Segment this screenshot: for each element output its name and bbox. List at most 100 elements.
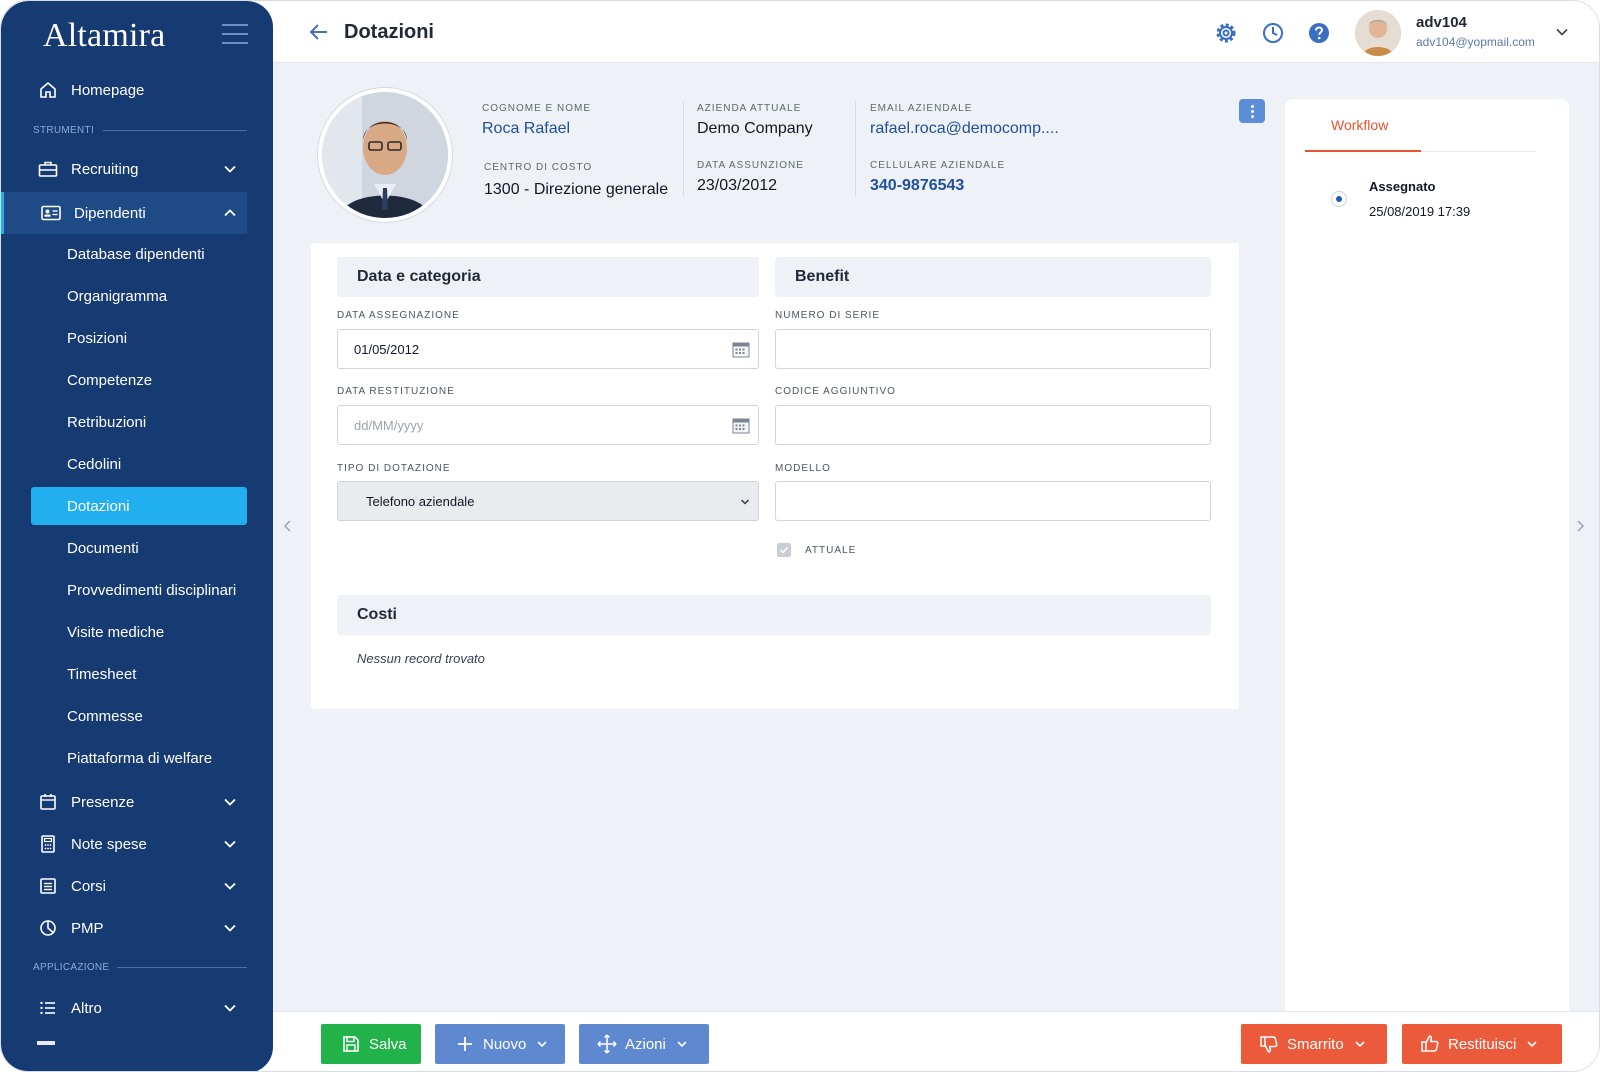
email-label: EMAIL AZIENDALE [870,103,973,114]
sidebar-item-corsi[interactable]: Corsi [31,867,247,905]
chevron-down-icon [224,924,236,932]
sidebar-subitem-timesheet[interactable]: Timesheet [31,655,247,693]
assign-date-input[interactable]: 01/05/2012 [337,329,759,369]
sidebar-item-label: Note spese [71,835,147,853]
section-label-app: APPLICAZIONE [33,962,110,973]
sidebar-subitem-cedolini[interactable]: Cedolini [31,445,247,483]
type-select[interactable]: Telefono aziendale [337,481,759,521]
sidebar-subitem-posizioni[interactable]: Posizioni [31,319,247,357]
gear-icon[interactable] [1214,21,1238,45]
employee-name[interactable]: Roca Rafael [482,120,570,138]
calculator-icon [37,833,59,855]
app-logo: Altamira [43,17,166,54]
calendar-icon [37,791,59,813]
tab-active-indicator [1305,150,1421,152]
sidebar-item-pmp[interactable]: PMP [31,909,247,947]
tab-workflow[interactable]: Workflow [1331,117,1388,133]
main-content: COGNOME E NOME Roca Rafael CENTRO DI COS… [273,63,1599,1011]
chevron-down-icon [224,798,236,806]
type-label: TIPO DI DOTAZIONE [337,463,451,474]
extra-code-input[interactable] [775,405,1211,445]
hire-date-label: DATA ASSUNZIONE [697,160,804,171]
info-divider [855,101,856,197]
chevron-down-icon [740,499,750,505]
return-date-placeholder: dd/MM/yyyy [354,417,424,433]
sidebar-subitem-provvedimenti-disciplinari[interactable]: Provvedimenti disciplinari [31,571,247,609]
model-input[interactable] [775,481,1211,521]
return-button[interactable]: Restituisci [1402,1024,1562,1064]
sidebar-subitem-organigramma[interactable]: Organigramma [31,277,247,315]
hire-date-value: 23/03/2012 [697,177,778,194]
assign-date-value: 01/05/2012 [354,341,420,357]
new-button[interactable]: Nuovo [435,1024,565,1064]
check-icon [779,546,789,554]
user-email: adv104@yopmail.com [1416,35,1535,49]
actions-button[interactable]: Azioni [579,1024,709,1064]
calendar-icon[interactable] [732,341,750,358]
return-date-input[interactable]: dd/MM/yyyy [337,405,759,445]
sidebar-subitem-piattaforma-welfare[interactable]: Piattaforma di welfare [31,739,247,777]
list-icon [37,997,59,1019]
sidebar-subitem-competenze[interactable]: Competenze [31,361,247,399]
clock-icon[interactable] [1261,21,1285,45]
sidebar-item-dipendenti[interactable]: Dipendenti [1,192,247,234]
chevron-down-icon [224,840,236,848]
save-icon [341,1034,361,1054]
sidebar-item-presenze[interactable]: Presenze [31,783,247,821]
chevron-right-icon[interactable] [1575,519,1585,533]
back-arrow-icon[interactable] [309,23,329,41]
serial-input[interactable] [775,329,1211,369]
sidebar-subitem-documenti[interactable]: Documenti [31,529,247,567]
sidebar-subitem-database-dipendenti[interactable]: Database dipendenti [31,235,247,273]
pie-chart-icon [37,917,59,939]
employee-name-label: COGNOME E NOME [482,103,592,114]
thumbs-down-icon [1259,1034,1279,1054]
actions-label: Azioni [625,1035,666,1053]
sidebar-item-label: PMP [71,919,104,937]
briefcase-icon [37,158,59,180]
return-label: Restituisci [1448,1035,1517,1053]
current-label: ATTUALE [805,545,857,556]
chevron-down-icon [537,1041,547,1048]
workflow-step-title: Assegnato [1369,179,1436,194]
calendar-icon[interactable] [732,417,750,434]
chevron-up-icon [224,209,236,217]
sidebar-item-altro[interactable]: Altro [31,989,247,1027]
chevron-down-icon[interactable] [1555,25,1569,39]
sidebar-item-homepage[interactable]: Homepage [31,71,247,109]
sidebar-subitem-dotazioni[interactable]: Dotazioni [31,487,247,525]
sidebar-item-label: Presenze [71,793,135,811]
sidebar-subitem-visite-mediche[interactable]: Visite mediche [31,613,247,651]
current-checkbox[interactable] [777,543,791,557]
company-value: Demo Company [697,120,813,137]
cost-center-label: CENTRO DI COSTO [484,162,593,173]
chevron-down-icon [224,1004,236,1012]
help-icon[interactable] [1307,21,1331,45]
lost-button[interactable]: Smarrito [1241,1024,1387,1064]
sidebar-subitem-retribuzioni[interactable]: Retribuzioni [31,403,247,441]
sidebar-item-label: Recruiting [71,160,139,178]
chevron-down-icon [677,1041,687,1048]
email-value[interactable]: rafael.roca@democomp.... [870,120,1059,138]
save-button[interactable]: Salva [321,1024,421,1064]
avatar[interactable] [1355,10,1401,56]
page-title: Dotazioni [344,21,434,43]
more-options-button[interactable] [1239,99,1265,123]
type-selected-value: Telefono aziendale [366,493,475,509]
id-card-icon [40,202,62,224]
section-header-costi: Costi [337,595,1211,635]
extra-code-label: CODICE AGGIUNTIVO [775,386,896,397]
section-header-data-categoria: Data e categoria [337,257,759,297]
top-bar: Dotazioni adv104 adv104@yopmail.com [273,1,1599,63]
phone-value[interactable]: 340-9876543 [870,177,964,195]
cost-center-value: 1300 - Direzione generale [484,181,669,198]
costs-empty-message: Nessun record trovato [357,651,485,666]
thumbs-up-icon [1420,1034,1440,1054]
sidebar-item-label: Homepage [71,81,145,99]
menu-toggle-icon[interactable] [222,24,248,44]
sidebar-subitem-commesse[interactable]: Commesse [31,697,247,735]
chevron-left-icon[interactable] [283,519,293,533]
phone-label: CELLULARE AZIENDALE [870,160,1006,171]
sidebar-item-note-spese[interactable]: Note spese [31,825,247,863]
sidebar-item-recruiting[interactable]: Recruiting [31,150,247,188]
